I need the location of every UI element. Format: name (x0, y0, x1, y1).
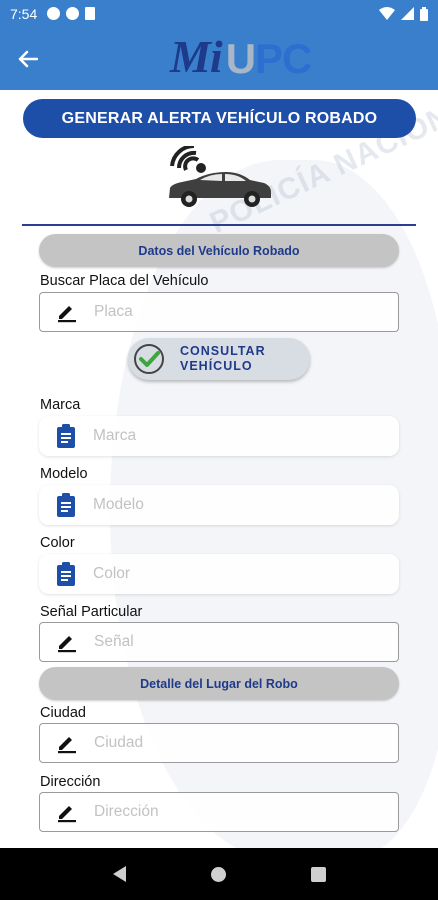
consult-label-line1: CONSULTAR (180, 344, 266, 358)
placa-input[interactable]: Placa (39, 292, 399, 332)
alert-title-button[interactable]: GENERAR ALERTA VEHÍCULO ROBADO (23, 99, 416, 138)
senal-placeholder: Señal (94, 633, 134, 650)
app-logo: Mi UPC (170, 31, 313, 83)
label-placa: Buscar Placa del Vehículo (40, 273, 209, 289)
consult-label-line2: VEHÍCULO (180, 359, 253, 373)
app-notification-icon (66, 7, 80, 20)
sim-icon (85, 7, 96, 20)
section-header-vehicle: Datos del Vehículo Robado (39, 234, 399, 267)
clipboard-icon (57, 562, 75, 586)
nav-recents-icon[interactable] (310, 866, 326, 882)
marca-placeholder: Marca (93, 427, 137, 444)
direccion-input[interactable]: Dirección (39, 792, 399, 832)
app-bar: Mi UPC (0, 27, 438, 90)
clipboard-icon (57, 493, 75, 517)
check-circle-icon (134, 344, 164, 374)
logo-mi: Mi (170, 31, 223, 82)
nav-back-icon[interactable] (112, 866, 126, 882)
label-senal: Señal Particular (40, 604, 143, 620)
pencil-icon (58, 806, 76, 823)
ciudad-placeholder: Ciudad (94, 734, 144, 751)
wifi-icon (379, 7, 395, 20)
modelo-input[interactable]: Modelo (39, 485, 399, 525)
back-button[interactable] (0, 27, 56, 90)
placa-placeholder: Placa (94, 303, 133, 320)
marca-input[interactable]: Marca (39, 416, 399, 456)
car-signal-icon (169, 146, 271, 207)
signal-icon (401, 7, 414, 20)
clipboard-icon (57, 424, 75, 448)
nav-home-icon[interactable] (210, 866, 226, 882)
form-content[interactable]: POLICÍA NACIONAL GENERAR ALERTA VEHÍCULO… (0, 90, 438, 848)
label-marca: Marca (40, 397, 81, 413)
status-time: 7:54 (10, 5, 38, 22)
label-color: Color (40, 535, 75, 551)
pencil-icon (58, 636, 76, 653)
pencil-icon (58, 737, 76, 754)
pencil-icon (58, 306, 76, 323)
logo-upc: UPC (225, 35, 313, 82)
direccion-placeholder: Dirección (94, 803, 159, 820)
arrow-left-icon (18, 50, 38, 67)
label-ciudad: Ciudad (40, 705, 86, 721)
color-input[interactable]: Color (39, 554, 399, 594)
divider (22, 224, 416, 226)
senal-input[interactable]: Señal (39, 622, 399, 662)
status-bar: 7:54 (0, 0, 438, 27)
modelo-placeholder: Modelo (93, 496, 144, 513)
label-modelo: Modelo (40, 466, 88, 482)
battery-icon (420, 6, 428, 21)
color-placeholder: Color (93, 565, 131, 582)
ciudad-input[interactable]: Ciudad (39, 723, 399, 763)
label-direccion: Dirección (40, 774, 101, 790)
notification-icon (47, 7, 61, 20)
system-nav-bar (0, 848, 438, 900)
section-header-location: Detalle del Lugar del Robo (39, 667, 399, 700)
consult-vehicle-button[interactable]: CONSULTAR VEHÍCULO (128, 338, 310, 380)
